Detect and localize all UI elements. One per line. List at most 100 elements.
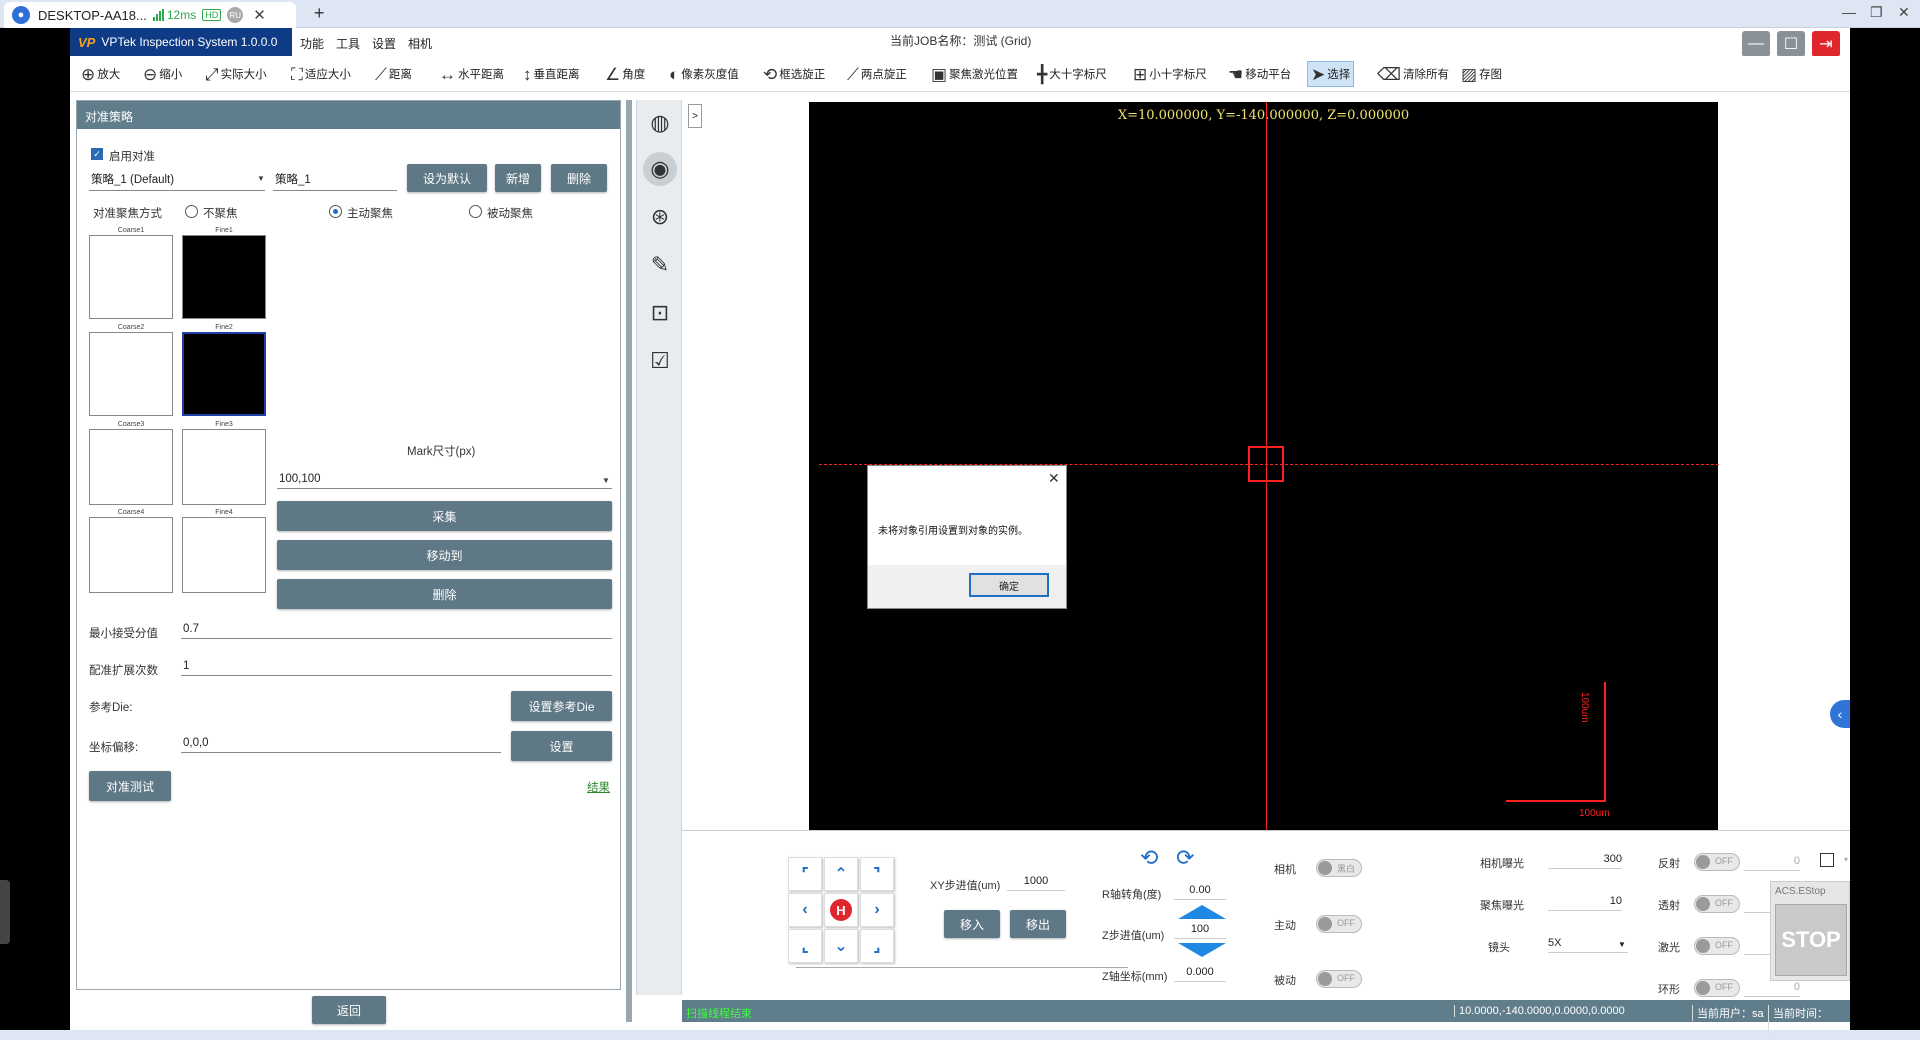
jog-down-right[interactable]: ⌟ <box>860 929 894 963</box>
thumb-coarse4[interactable] <box>89 517 173 593</box>
offset-input[interactable]: 0,0,0 <box>181 737 501 753</box>
app-minimize-button[interactable]: — <box>1742 31 1770 57</box>
passive-toggle[interactable]: OFF <box>1316 970 1362 988</box>
remote-session-tab[interactable]: ● DESKTOP-AA18... 12ms HD RU ✕ <box>4 2 296 28</box>
jog-up-left[interactable]: ⌜ <box>788 857 822 891</box>
set-ref-die-button[interactable]: 设置参考Die <box>511 691 612 721</box>
menu-tools[interactable]: 工具 <box>336 35 360 52</box>
tool-small-cross[interactable]: ⊞ 小十字标尺 <box>1130 61 1210 87</box>
tool-fit-size[interactable]: ⛶ 适应大小 <box>288 61 354 87</box>
tool-clear-all[interactable]: ⌫ 清除所有 <box>1374 61 1452 87</box>
set-default-button[interactable]: 设为默认 <box>407 164 487 192</box>
transmit-toggle[interactable]: OFF <box>1694 895 1740 913</box>
move-to-button[interactable]: 移动到 <box>277 540 612 570</box>
ring-toggle[interactable]: OFF <box>1694 979 1740 997</box>
tool-save-image[interactable]: ▨ 存图 <box>1458 61 1505 87</box>
new-tab-button[interactable]: + <box>314 3 325 24</box>
reflect-value[interactable]: 0 <box>1744 855 1800 871</box>
jog-up[interactable]: ⌃ <box>824 857 858 891</box>
focus-none-radio[interactable] <box>185 205 198 218</box>
z-step-input[interactable]: 100 <box>1174 923 1226 939</box>
strategy-name-input[interactable]: 策略_1 <box>273 171 397 191</box>
laser-toggle[interactable]: OFF <box>1694 937 1740 955</box>
rotate-cw-icon[interactable]: ⟳ <box>1176 845 1194 871</box>
alignment-test-button[interactable]: 对准测试 <box>89 771 171 801</box>
restore-button[interactable]: ❐ <box>1870 4 1883 21</box>
window-close-button[interactable]: ✕ <box>1898 4 1910 21</box>
cam-exposure-input[interactable]: 300 <box>1548 853 1622 869</box>
z-down-icon[interactable] <box>1178 943 1226 957</box>
close-icon[interactable]: ✕ <box>1048 470 1060 487</box>
menu-camera[interactable]: 相机 <box>408 35 432 52</box>
app-exit-button[interactable]: ⇥ <box>1812 31 1840 57</box>
xy-step-input[interactable]: 1000 <box>1007 875 1065 891</box>
thumb-coarse2[interactable] <box>89 332 173 416</box>
mark-size-select[interactable]: 100,100 <box>277 473 612 489</box>
grid-icon[interactable]: ◍ <box>643 106 677 140</box>
edge-handle[interactable] <box>0 880 10 944</box>
close-tab-icon[interactable]: ✕ <box>253 6 266 24</box>
lens-select[interactable]: 5X <box>1548 937 1628 953</box>
stop-button[interactable]: STOP <box>1775 904 1847 976</box>
tool-gray-value[interactable]: ◐ 像素灰度值 <box>666 61 742 87</box>
r-angle-input[interactable]: 0.00 <box>1174 884 1226 900</box>
active-toggle[interactable]: OFF <box>1316 915 1362 933</box>
thumb-coarse3[interactable] <box>89 429 173 505</box>
min-score-input[interactable]: 0.7 <box>181 623 612 639</box>
z-coord-input[interactable]: 0.000 <box>1174 966 1226 982</box>
splitter[interactable] <box>626 100 632 1022</box>
tool-vertical-distance[interactable]: ↕ 垂直距离 <box>520 61 583 87</box>
tool-actual-size[interactable]: ⤢ 实际大小 <box>202 61 270 87</box>
result-link[interactable]: 结果 <box>587 779 610 795</box>
thumb-coarse1[interactable] <box>89 235 173 319</box>
app-maximize-button[interactable]: ☐ <box>1777 31 1805 57</box>
reflect-toggle[interactable]: OFF <box>1694 853 1740 871</box>
jog-right[interactable]: › <box>860 893 894 927</box>
move-in-button[interactable]: 移入 <box>944 910 1000 938</box>
menu-function[interactable]: 功能 <box>300 35 324 52</box>
camera-toggle[interactable]: 黑白 <box>1316 859 1362 877</box>
thumb-fine3[interactable] <box>182 429 266 505</box>
tool-distance[interactable]: ⟋ 距离 <box>372 61 415 87</box>
move-out-button[interactable]: 移出 <box>1010 910 1066 938</box>
tool-two-point-rotate[interactable]: ⟋ 两点旋正 <box>844 61 910 87</box>
collapse-button[interactable]: > <box>688 104 702 128</box>
tool-box-rotate[interactable]: ⟲ 框选旋正 <box>760 61 828 87</box>
tool-zoom-out[interactable]: ⊖ 缩小 <box>140 61 185 87</box>
tool-zoom-in[interactable]: ⊕ 放大 <box>78 61 123 87</box>
tool-angle[interactable]: ∠ 角度 <box>602 61 648 87</box>
thumb-fine1[interactable] <box>182 235 266 319</box>
tool-laser-focus[interactable]: ▣ 聚焦激光位置 <box>928 61 1021 87</box>
z-up-icon[interactable] <box>1178 905 1226 919</box>
option-checkbox[interactable] <box>1820 853 1834 867</box>
enable-alignment-checkbox[interactable]: ✓ <box>91 148 103 160</box>
focus-exposure-input[interactable]: 10 <box>1548 895 1622 911</box>
tool-big-cross[interactable]: ╋ 大十字标尺 <box>1034 61 1110 87</box>
checklist-icon[interactable]: ☑ <box>643 344 677 378</box>
back-button[interactable]: 返回 <box>312 996 386 1024</box>
menu-settings[interactable]: 设置 <box>372 35 396 52</box>
delete-mark-button[interactable]: 删除 <box>277 579 612 609</box>
tool-move-stage[interactable]: ☚ 移动平台 <box>1225 61 1294 87</box>
jog-up-right[interactable]: ⌝ <box>860 857 894 891</box>
thumb-fine2[interactable] <box>182 332 266 416</box>
jog-left[interactable]: ‹ <box>788 893 822 927</box>
ring-value[interactable]: 0 <box>1744 981 1800 997</box>
rotate-ccw-icon[interactable]: ⟲ <box>1140 845 1158 871</box>
tool-horizontal-distance[interactable]: ↔ 水平距离 <box>436 61 507 87</box>
ruler-tools-icon[interactable]: ✎ <box>643 248 677 282</box>
dialog-ok-button[interactable]: 确定 <box>969 573 1049 597</box>
camera-icon[interactable]: ◉ <box>643 152 677 186</box>
focus-active-radio[interactable] <box>329 205 342 218</box>
delete-strategy-button[interactable]: 删除 <box>551 164 607 192</box>
jog-down[interactable]: ⌄ <box>824 929 858 963</box>
minimize-button[interactable]: — <box>1842 4 1856 20</box>
focus-passive-radio[interactable] <box>469 205 482 218</box>
set-offset-button[interactable]: 设置 <box>511 731 612 761</box>
tool-select[interactable]: ➤ 选择 <box>1307 61 1355 87</box>
chevron-left-icon[interactable]: ‹ <box>1830 700 1850 728</box>
image-icon[interactable]: ⊡ <box>643 296 677 330</box>
new-strategy-button[interactable]: 新增 <box>495 164 541 192</box>
pattern-icon[interactable]: ⊛ <box>643 200 677 234</box>
expand-input[interactable]: 1 <box>181 660 612 676</box>
